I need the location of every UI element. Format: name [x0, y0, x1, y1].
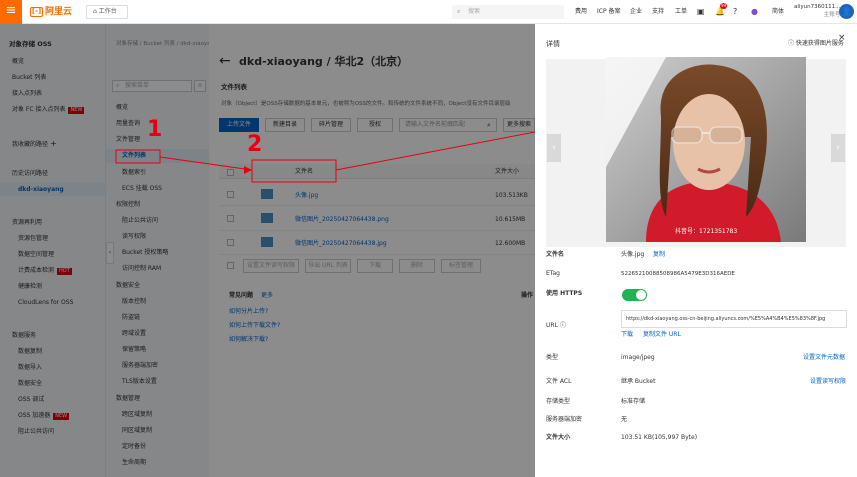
- next-arrow-icon[interactable]: ›: [831, 134, 845, 162]
- terminal-icon[interactable]: ▣: [697, 5, 705, 19]
- workbench-button[interactable]: ⌂ 工作台: [86, 5, 128, 19]
- field-label-name: 文件名: [546, 251, 565, 258]
- field-value-encryption: 无: [621, 416, 628, 423]
- download-link[interactable]: 下载: [621, 331, 633, 339]
- user-account[interactable]: aliyun7360111... 主账号: [794, 3, 840, 19]
- field-value-name: 头像.jpg: [621, 251, 645, 258]
- notification-badge: 99: [720, 3, 728, 9]
- field-label-acl: 文件 ACL: [546, 378, 572, 385]
- field-value-type: image/jpeg: [621, 354, 655, 361]
- aliyun-logo[interactable]: [-] 阿里云: [30, 6, 72, 18]
- field-label-url: URL ⓘ: [546, 322, 566, 329]
- detail-drawer: 详情 ⓘ 快速获得图片服务 × ‹ › 抖音号：1721351783 文件名 头…: [535, 24, 857, 477]
- annotation-number-2: 2: [247, 132, 263, 157]
- field-label-storage: 存储类型: [546, 398, 571, 405]
- assistant-icon[interactable]: ●: [751, 5, 758, 19]
- info-icon: ⓘ: [559, 322, 566, 329]
- https-toggle[interactable]: [622, 289, 647, 301]
- image-preview: [606, 57, 806, 242]
- top-navigation-bar: [0, 0, 857, 24]
- copy-url-link[interactable]: 复制文件 URL: [643, 331, 681, 339]
- set-metadata-link[interactable]: 设置文件元数据: [803, 354, 845, 362]
- field-label-type: 类型: [546, 354, 559, 361]
- global-search-input[interactable]: ⌕ 搜索: [452, 5, 564, 19]
- field-label-etag: ETag: [546, 270, 560, 277]
- field-label-size: 文件大小: [546, 434, 571, 441]
- field-value-etag: 52265210088508986A5479E3D316AEDE: [621, 271, 735, 277]
- field-label-https: 使用 HTTPS: [546, 290, 583, 297]
- field-label-encryption: 服务器端加密: [546, 416, 583, 423]
- help-icon[interactable]: ?: [733, 5, 737, 19]
- avatar[interactable]: 👤: [839, 4, 854, 19]
- field-value-acl: 继承 Bucket: [621, 378, 656, 385]
- drawer-title: 详情: [546, 40, 560, 48]
- help-circle-icon: ⓘ: [788, 40, 796, 47]
- modal-overlay[interactable]: [0, 24, 535, 477]
- url-field[interactable]: https://dkd-xiaoyang.oss-cn-beijing.aliy…: [621, 310, 847, 328]
- previous-arrow-icon[interactable]: ‹: [547, 134, 561, 162]
- close-icon[interactable]: ×: [838, 34, 846, 43]
- menu-icon[interactable]: ≡: [0, 0, 22, 24]
- nav-enterprise[interactable]: 企业: [630, 5, 642, 19]
- nav-icp[interactable]: ICP 备案: [597, 5, 621, 19]
- copy-name-link[interactable]: 复制: [653, 251, 665, 259]
- nav-cost[interactable]: 费用: [575, 5, 587, 19]
- language-switch[interactable]: 简体: [772, 5, 784, 19]
- set-acl-link[interactable]: 设置读写权限: [810, 378, 846, 386]
- search-icon: ⌕: [457, 8, 461, 15]
- nav-ticket[interactable]: 工单: [675, 5, 687, 19]
- image-watermark: 抖音号：1721351783: [675, 228, 738, 235]
- quick-image-service-link[interactable]: ⓘ 快速获得图片服务: [788, 40, 844, 48]
- annotation-number-1: 1: [147, 117, 163, 142]
- field-value-storage: 标准存储: [621, 398, 646, 405]
- nav-support[interactable]: 支持: [652, 5, 664, 19]
- field-value-size: 103.51 KB(105,997 Byte): [621, 434, 698, 441]
